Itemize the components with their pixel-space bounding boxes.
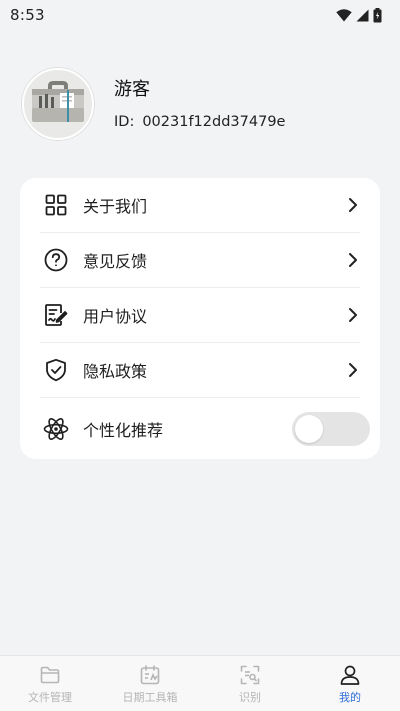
scan-icon: [239, 664, 261, 686]
tab-label: 识别: [239, 691, 261, 704]
avatar[interactable]: [22, 68, 94, 140]
chevron-right-icon: [344, 251, 362, 269]
chevron-right-icon: [344, 306, 362, 324]
status-bar: 8:53: [0, 0, 400, 30]
tab-date-toolbox[interactable]: 日期工具箱: [100, 656, 200, 711]
profile-info: 游客 ID: 00231f12dd37479e: [114, 78, 285, 130]
battery-icon: [373, 7, 382, 23]
personalized-recommendation-toggle[interactable]: [292, 412, 370, 446]
menu-item-label: 个性化推荐: [83, 421, 164, 440]
menu-item-privacy-policy[interactable]: 隐私政策: [40, 343, 360, 398]
question-circle-icon: [43, 247, 69, 273]
bottom-tab-bar: 文件管理 日期工具箱 识别 我的: [0, 655, 400, 711]
tab-label: 文件管理: [28, 691, 72, 704]
document-edit-icon: [43, 302, 69, 328]
tab-file-manager[interactable]: 文件管理: [0, 656, 100, 711]
toggle-knob: [295, 415, 323, 443]
status-icons: [336, 7, 382, 23]
signal-icon: [356, 9, 369, 22]
grid-icon: [43, 192, 69, 218]
status-time: 8:53: [10, 6, 45, 24]
user-icon: [339, 664, 361, 686]
profile-header: 游客 ID: 00231f12dd37479e: [22, 68, 382, 140]
menu-item-label: 意见反馈: [83, 252, 148, 271]
tab-label: 日期工具箱: [122, 691, 178, 704]
menu-item-label: 用户协议: [83, 307, 148, 326]
shield-check-icon: [43, 357, 69, 383]
atom-icon: [43, 416, 69, 442]
chevron-right-icon: [344, 361, 362, 379]
folder-icon: [39, 664, 61, 686]
tab-recognize[interactable]: 识别: [200, 656, 300, 711]
profile-id: ID: 00231f12dd37479e: [114, 114, 285, 130]
menu-item-feedback[interactable]: 意见反馈: [40, 233, 360, 288]
profile-id-value: 00231f12dd37479e: [142, 114, 286, 130]
menu-item-user-agreement[interactable]: 用户协议: [40, 288, 360, 343]
tab-label: 我的: [339, 691, 361, 704]
profile-name: 游客: [114, 79, 150, 100]
wifi-icon: [336, 8, 352, 22]
calendar-icon: [139, 664, 161, 686]
menu-item-label: 关于我们: [83, 197, 148, 216]
chevron-right-icon: [344, 196, 362, 214]
menu-item-label: 隐私政策: [83, 362, 148, 381]
toolbox-icon: [29, 78, 87, 130]
tab-mine[interactable]: 我的: [300, 656, 400, 711]
settings-card: 关于我们 意见反馈 用户协议 隐私政策 个性化推荐: [20, 178, 380, 459]
profile-id-label: ID:: [114, 114, 135, 130]
menu-item-about-us[interactable]: 关于我们: [40, 178, 360, 233]
menu-item-personalized-recommendation: 个性化推荐: [40, 398, 370, 460]
